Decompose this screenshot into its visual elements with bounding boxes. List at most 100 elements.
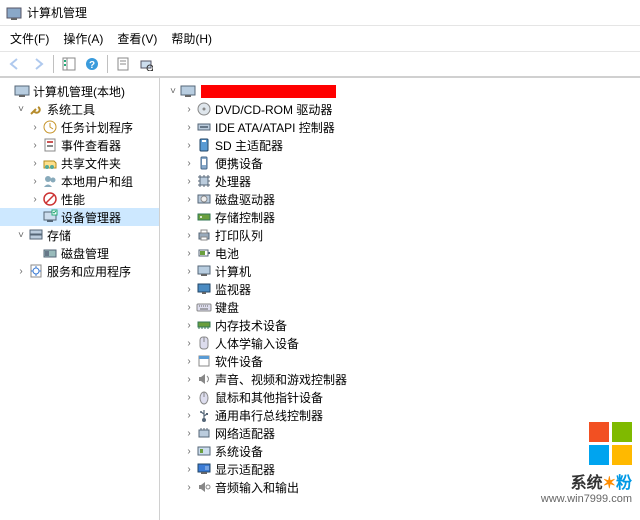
blank-expander [28, 246, 42, 260]
tree-local-users[interactable]: › 本地用户和组 [0, 172, 159, 190]
device-label: 便携设备 [215, 155, 263, 172]
expand-icon[interactable]: › [182, 354, 196, 368]
system-icon [196, 443, 212, 459]
device-label: 监视器 [215, 281, 251, 298]
forward-button[interactable] [27, 54, 49, 74]
device-category[interactable]: › 便携设备 [160, 154, 640, 172]
tree-root[interactable]: 计算机管理(本地) [0, 82, 159, 100]
expand-icon[interactable]: › [182, 336, 196, 350]
expand-icon[interactable]: › [182, 408, 196, 422]
expand-icon[interactable]: › [182, 228, 196, 242]
device-category[interactable]: ›打印队列 [160, 226, 640, 244]
expand-icon[interactable]: › [182, 462, 196, 476]
clock-icon [42, 119, 58, 135]
device-category[interactable]: ›计算机 [160, 262, 640, 280]
device-category[interactable]: ›键盘 [160, 298, 640, 316]
device-category[interactable]: ›SD 主适配器 [160, 136, 640, 154]
blank-expander [0, 84, 14, 98]
expand-icon[interactable]: › [182, 426, 196, 440]
device-label: 存储控制器 [215, 209, 275, 226]
menu-file[interactable]: 文件(F) [4, 28, 55, 49]
device-category[interactable]: › 监视器 [160, 280, 640, 298]
collapse-icon[interactable]: ˅ [14, 228, 28, 242]
expand-icon[interactable]: › [182, 156, 196, 170]
device-root[interactable]: ˅ [160, 82, 640, 100]
separator [53, 55, 54, 73]
device-category[interactable]: ›软件设备 [160, 352, 640, 370]
expand-icon[interactable]: › [28, 174, 42, 188]
expand-icon[interactable]: › [182, 444, 196, 458]
device-category[interactable]: ›鼠标和其他指针设备 [160, 388, 640, 406]
tree-storage[interactable]: ˅ 存储 [0, 226, 159, 244]
scan-hardware-button[interactable] [135, 54, 157, 74]
tree-device-manager[interactable]: 设备管理器 [0, 208, 159, 226]
cpu-icon [196, 173, 212, 189]
collapse-icon[interactable]: ˅ [166, 84, 180, 98]
device-label: 网络适配器 [215, 425, 275, 442]
help-button[interactable]: ? [81, 54, 103, 74]
menu-action[interactable]: 操作(A) [57, 28, 109, 49]
device-category[interactable]: ›处理器 [160, 172, 640, 190]
expand-icon[interactable]: › [182, 264, 196, 278]
expand-icon[interactable]: › [28, 192, 42, 206]
devmgr-icon [42, 209, 58, 225]
expand-icon[interactable]: › [28, 138, 42, 152]
device-category[interactable]: ›内存技术设备 [160, 316, 640, 334]
device-category[interactable]: ›磁盘驱动器 [160, 190, 640, 208]
expand-icon[interactable]: › [182, 282, 196, 296]
tree-shared-folders[interactable]: › 共享文件夹 [0, 154, 159, 172]
back-button[interactable] [4, 54, 26, 74]
properties-button[interactable] [112, 54, 134, 74]
menu-bar: 文件(F) 操作(A) 查看(V) 帮助(H) [0, 26, 640, 51]
device-category[interactable]: › 存储控制器 [160, 208, 640, 226]
expand-icon[interactable]: › [182, 102, 196, 116]
expand-icon[interactable]: › [182, 390, 196, 404]
tree-performance[interactable]: › 性能 [0, 190, 159, 208]
perf-icon [42, 191, 58, 207]
expand-icon[interactable]: › [182, 210, 196, 224]
disc-icon [196, 101, 212, 117]
expand-icon[interactable]: › [182, 300, 196, 314]
watermark: 系统✶粉 www.win7999.com [541, 422, 632, 505]
menu-help[interactable]: 帮助(H) [165, 28, 218, 49]
expand-icon[interactable]: › [182, 174, 196, 188]
tree-systools[interactable]: ˅ 系统工具 [0, 100, 159, 118]
tree-label: 事件查看器 [61, 137, 121, 154]
expand-icon[interactable]: › [182, 120, 196, 134]
windows-logo-icon [589, 422, 632, 465]
left-tree[interactable]: 计算机管理(本地) ˅ 系统工具 › 任务计划程序 › 事件查看器 › 共享文件… [0, 78, 160, 520]
tree-label: 磁盘管理 [61, 245, 109, 262]
device-category[interactable]: ›人体学输入设备 [160, 334, 640, 352]
expand-icon[interactable]: › [182, 318, 196, 332]
tree-label: 共享文件夹 [61, 155, 121, 172]
device-category[interactable]: ›电池 [160, 244, 640, 262]
tree-event-viewer[interactable]: › 事件查看器 [0, 136, 159, 154]
expand-icon[interactable]: › [28, 120, 42, 134]
battery-icon [196, 245, 212, 261]
watermark-url: www.win7999.com [541, 493, 632, 505]
expand-icon[interactable]: › [182, 192, 196, 206]
expand-icon[interactable]: › [14, 264, 28, 278]
brand-text: 系统 [571, 475, 603, 492]
memory-icon [196, 317, 212, 333]
expand-icon[interactable]: › [182, 480, 196, 494]
software-icon [196, 353, 212, 369]
tree-task-scheduler[interactable]: › 任务计划程序 [0, 118, 159, 136]
expand-icon[interactable]: › [182, 372, 196, 386]
menu-view[interactable]: 查看(V) [111, 28, 163, 49]
tree-services-apps[interactable]: › 服务和应用程序 [0, 262, 159, 280]
tree-disk-mgmt[interactable]: 磁盘管理 [0, 244, 159, 262]
expand-icon[interactable]: › [182, 246, 196, 260]
watermark-brand: 系统✶粉 [541, 469, 632, 493]
hid-icon [196, 335, 212, 351]
collapse-icon[interactable]: ˅ [14, 102, 28, 116]
expand-icon[interactable]: › [28, 156, 42, 170]
device-category[interactable]: ›声音、视频和游戏控制器 [160, 370, 640, 388]
sd-icon [196, 137, 212, 153]
device-category[interactable]: ›DVD/CD-ROM 驱动器 [160, 100, 640, 118]
show-hide-tree-button[interactable] [58, 54, 80, 74]
computer-icon [196, 263, 212, 279]
device-category[interactable]: ›IDE ATA/ATAPI 控制器 [160, 118, 640, 136]
redacted-hostname [201, 85, 336, 98]
expand-icon[interactable]: › [182, 138, 196, 152]
